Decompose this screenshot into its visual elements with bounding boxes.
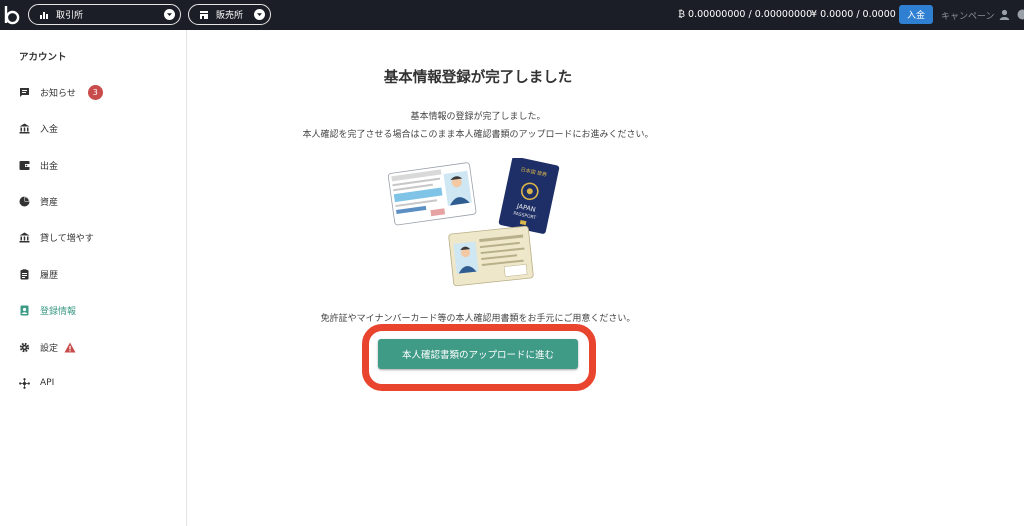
id-documents-illustration: 日本国 旅券 JAPAN PASSPORT: [388, 158, 560, 287]
sidebar-item-label: API: [40, 378, 55, 388]
btc-balance: ₿ 0.00000000 / 0.00000000: [678, 9, 813, 20]
jpy-balance: ¥ 0.0000 / 0.0000: [811, 9, 896, 20]
instruction-message: 本人確認を完了させる場合はこのまま本人確認書類のアップロードにお進みください。: [302, 130, 654, 140]
sidebar-item-label: 設定: [40, 343, 59, 354]
bank-icon: [19, 123, 30, 133]
store-label: 販売所: [216, 11, 244, 21]
wallet-icon: [19, 160, 30, 170]
sidebar-item-notifications[interactable]: お知らせ 3: [19, 84, 103, 100]
sidebar-item-label: 貸して増やす: [40, 233, 94, 244]
sidebar-item-assets[interactable]: 資産: [19, 193, 58, 209]
chevron-down-icon: [254, 9, 265, 20]
sidebar-item-label: 入金: [40, 124, 59, 135]
chevron-down-icon: [164, 9, 175, 20]
deposit-button[interactable]: 入金: [899, 5, 933, 24]
sidebar-item-label: 履歴: [40, 270, 59, 281]
menu-icon[interactable]: [1017, 9, 1024, 20]
store-icon: [200, 10, 208, 19]
sidebar-item-withdraw[interactable]: 出金: [19, 157, 58, 173]
sidebar: アカウント お知らせ 3 入金 出金 資産 貸して増やす 履歴 登録情報 設定 …: [0, 30, 187, 526]
sidebar-item-label: 資産: [40, 197, 59, 208]
user-icon[interactable]: [999, 9, 1010, 20]
warning-icon: [64, 342, 76, 352]
sidebar-item-deposit[interactable]: 入金: [19, 120, 58, 136]
completion-message: 基本情報の登録が完了しました。: [410, 112, 546, 122]
pie-chart-icon: [19, 196, 30, 206]
drivers-license-icon: [388, 162, 477, 226]
id-badge-icon: [20, 305, 29, 315]
bar-chart-icon: [40, 11, 48, 19]
passport-icon: 日本国 旅券 JAPAN PASSPORT: [498, 158, 560, 234]
sidebar-item-label: お知らせ: [40, 88, 76, 99]
sidebar-item-settings[interactable]: 設定: [19, 339, 76, 355]
message-icon: [20, 87, 29, 97]
bank-icon: [19, 232, 30, 242]
sidebar-item-api[interactable]: API: [19, 375, 54, 391]
page-title: 基本情報登録が完了しました: [383, 70, 573, 86]
exchange-selector[interactable]: 取引所: [28, 4, 181, 25]
gear-icon: [19, 342, 30, 352]
my-number-card-icon: [448, 225, 534, 287]
preparation-message: 免許証やマイナンバーカード等の本人確認用書類をお手元にご用意ください。: [320, 314, 636, 324]
sidebar-item-registration[interactable]: 登録情報: [19, 302, 76, 318]
network-icon: [19, 377, 30, 389]
top-bar: 取引所 販売所 ₿ 0.00000000 / 0.00000000 ¥ 0.00…: [0, 0, 1024, 30]
exchange-label: 取引所: [56, 11, 84, 21]
notification-badge: 3: [87, 84, 103, 100]
sidebar-heading: アカウント: [19, 52, 67, 63]
main-content: 基本情報登録が完了しました 基本情報の登録が完了しました。 本人確認を完了させる…: [188, 30, 1024, 526]
upload-documents-button[interactable]: 本人確認書類のアップロードに進む: [378, 339, 578, 369]
sidebar-item-lending[interactable]: 貸して増やす: [19, 229, 94, 245]
store-selector[interactable]: 販売所: [188, 4, 271, 25]
clipboard-icon: [20, 268, 29, 279]
b-logo-icon[interactable]: [3, 5, 20, 25]
campaign-link[interactable]: キャンペーン: [941, 9, 995, 22]
sidebar-item-label: 登録情報: [40, 306, 77, 317]
sidebar-item-history[interactable]: 履歴: [19, 266, 58, 282]
sidebar-item-label: 出金: [40, 161, 59, 172]
